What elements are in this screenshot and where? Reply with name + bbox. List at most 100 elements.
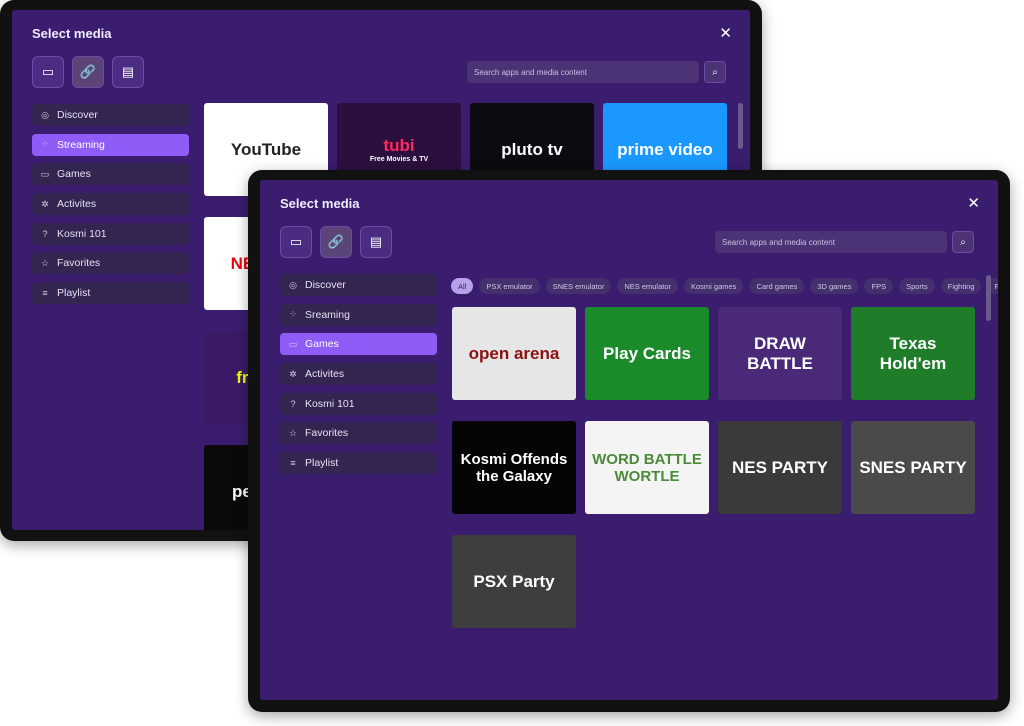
media-tile[interactable]: SNES PARTY [851,421,975,514]
dialog-title: Select media [32,26,112,41]
compass-icon: ◎ [41,109,49,120]
sidebar-item-label: Kosmi 101 [57,227,107,240]
tile-label: prime video [617,139,713,159]
tile-label: Play Cards [603,343,691,363]
sidebar: ◎ Discover ⁘ Sreaming ▭ Games ✲ Activites? Kosmi… [280,274,437,482]
chip-card-games[interactable]: Card games [749,278,805,294]
sidebar-item-favorites[interactable]: ☆ Favorites [32,252,189,275]
monitor-icon: ▭ [289,234,303,249]
sidebar-item-favorites[interactable]: ☆ Favorites [280,422,437,445]
chip-fighting[interactable]: Fighting [940,278,982,294]
sidebar-item-label: Games [57,168,91,181]
search-placeholder: Search apps and media content [722,237,835,247]
tile-sublabel: Free Movies & TV [369,156,429,163]
search-button[interactable]: ⌕ [952,231,974,253]
playlist-icon: ≡ [42,288,48,299]
link-icon: 🔗 [327,234,345,249]
sidebar-item-label: Discover [305,279,346,291]
close-icon[interactable]: ✕ [719,24,732,42]
file-icon: ▤ [121,64,135,79]
tile-label: tubi [383,136,415,155]
sparkle-icon: ✲ [289,368,297,379]
help-icon: ? [290,398,296,409]
gamepad-icon: ▭ [288,338,298,349]
sidebar-item-discover[interactable]: ◎ Discover [32,104,189,126]
tile-label: Kosmi Offends the Galaxy [460,450,568,485]
search-input[interactable]: Search apps and media content [467,61,699,83]
chip-kosmi-games[interactable]: Kosmi games [684,278,744,294]
sidebar-item-sreaming[interactable]: ⁘ Sreaming [280,303,437,326]
sparkle-icon: ✲ [41,198,49,209]
file-button[interactable]: ▤ [112,56,144,88]
search-button[interactable]: ⌕ [704,61,726,83]
link-icon: 🔗 [79,64,97,79]
tile-label: WORD BATTLE WORTLE [592,450,702,485]
sidebar-item-label: Kosmi 101 [305,397,355,410]
search-icon: ⌕ [960,236,966,248]
dialog-title: Select media [280,196,360,211]
chip-psx-emulator[interactable]: PSX emulator [479,278,540,294]
help-icon: ? [42,228,48,239]
scrollbar[interactable] [986,275,991,321]
sidebar-item-playlist[interactable]: ≡ Playlist [32,282,189,305]
tile-label: NES PARTY [731,457,829,477]
file-button[interactable]: ▤ [360,226,392,258]
media-tile[interactable]: Play Cards [585,307,709,400]
sidebar-item-kosmi-101[interactable]: ? Kosmi 101 [280,392,437,415]
sidebar-item-label: Games [305,338,339,351]
tile-label: pluto tv [501,139,563,159]
monitor-button[interactable]: ▭ [32,56,64,88]
media-tile[interactable]: WORD BATTLE WORTLE [585,421,709,514]
compass-icon: ◎ [289,279,297,290]
media-tile[interactable]: Kosmi Offends the Galaxy [452,421,576,514]
file-icon: ▤ [369,234,383,249]
sidebar-item-label: Streaming [57,138,105,151]
sidebar-item-label: Activites [57,198,97,211]
search-input[interactable]: Search apps and media content [715,231,947,253]
search-placeholder: Search apps and media content [474,67,587,77]
tile-label: PSX Party [473,571,555,591]
sidebar-item-label: Activites [305,368,345,381]
chip-3d-games[interactable]: 3D games [810,278,859,294]
sidebar-item-games[interactable]: ▭ Games [32,163,189,186]
gamepad-icon: ▭ [40,168,50,179]
scrollbar[interactable] [738,103,743,149]
sidebar-item-playlist[interactable]: ≡ Playlist [280,452,437,475]
sidebar-item-activites[interactable]: ✲ Activites [280,363,437,386]
monitor-icon: ▭ [41,64,55,79]
sidebar-item-streaming[interactable]: ⁘ Streaming [32,133,189,156]
tile-label: open arena [468,343,560,363]
chip-all[interactable]: All [451,278,474,294]
tile-label: DRAW BATTLE [747,333,813,373]
media-tile[interactable]: NES PARTY [718,421,842,514]
sidebar-item-label: Playlist [57,287,91,300]
chip-fps[interactable]: FPS [864,278,894,294]
sidebar-item-label: Discover [57,109,98,121]
chip-sports[interactable]: Sports [899,278,935,294]
apps-icon: ⁘ [41,139,49,150]
category-chips: All PSX emulator SNES emulator NES emulator… [451,278,998,294]
chip-nes-emulator[interactable]: NES emulator [617,278,678,294]
media-tile[interactable]: DRAW BATTLE [718,307,842,400]
sidebar-item-label: Sreaming [305,308,350,321]
sidebar-item-discover[interactable]: ◎ Discover [280,274,437,296]
sidebar: ◎ Discover ⁘ Streaming ▭ Games ✲ Activites? Kosm… [32,104,189,312]
star-icon: ☆ [288,427,298,438]
media-tile[interactable]: open arena [452,307,576,400]
sidebar-item-kosmi-101[interactable]: ? Kosmi 101 [32,222,189,245]
sidebar-item-activites[interactable]: ✲ Activites [32,193,189,216]
link-button[interactable]: 🔗 [320,226,352,258]
playlist-icon: ≡ [290,458,296,469]
monitor-button[interactable]: ▭ [280,226,312,258]
sidebar-item-label: Favorites [305,427,349,440]
tile-label: SNES PARTY [859,457,967,477]
sidebar-item-games[interactable]: ▭ Games [280,333,437,356]
chip-snes-emulator[interactable]: SNES emulator [545,278,612,294]
search-icon: ⌕ [712,66,718,78]
front-select-media-dialog: Select media ✕ ▭ 🔗 ▤ Search apps and media co… [260,180,998,700]
tile-label: Texas Hold'em [879,333,947,373]
link-button[interactable]: 🔗 [72,56,104,88]
media-tile[interactable]: Texas Hold'em [851,307,975,400]
media-tile[interactable]: PSX Party [452,535,576,628]
close-icon[interactable]: ✕ [967,194,980,212]
